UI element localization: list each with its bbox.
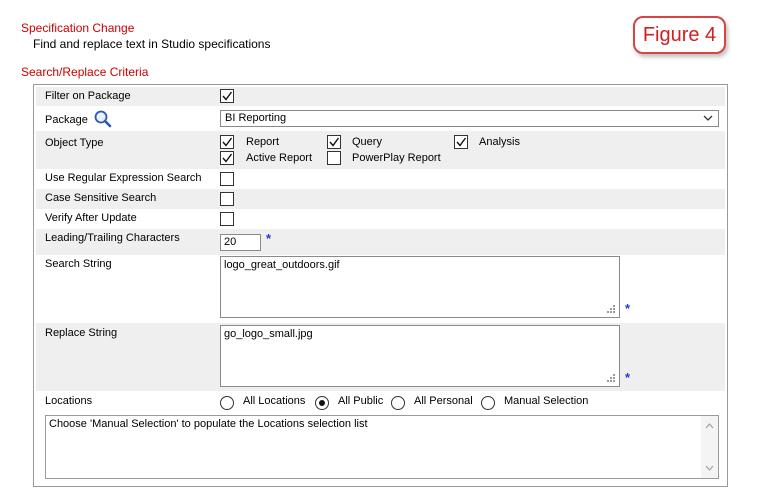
object-type-powerplay-report-checkbox[interactable] <box>327 151 341 165</box>
verify-after-update-row: Verify After Update <box>36 209 725 229</box>
checkmark-icon <box>222 91 233 101</box>
checkmark-icon <box>222 153 233 163</box>
checkmark-icon <box>329 137 340 147</box>
chevron-down-icon[interactable] <box>705 465 714 471</box>
locations-scrollbar[interactable] <box>701 416 718 478</box>
resize-grip-icon[interactable] <box>606 304 616 314</box>
filter-on-package-label: Filter on Package <box>45 90 131 102</box>
replace-string-label: Replace String <box>45 327 118 339</box>
locations-all-locations-radio[interactable] <box>220 396 234 410</box>
checkmark-icon <box>222 137 233 147</box>
object-type-powerplay-report-label: PowerPlay Report <box>352 152 441 164</box>
locations-all-public-radio[interactable] <box>315 396 329 410</box>
replace-string-value: go_logo_small.jpg <box>224 328 313 340</box>
replace-string-textarea[interactable]: go_logo_small.jpg <box>220 325 620 387</box>
case-sensitive-label: Case Sensitive Search <box>45 192 157 204</box>
search-string-value: logo_great_outdoors.gif <box>224 259 340 271</box>
locations-label: Locations <box>45 395 93 407</box>
object-type-active-report-checkbox[interactable] <box>220 151 234 165</box>
locations-all-personal-label: All Personal <box>414 395 473 407</box>
section-title: Search/Replace Criteria <box>21 65 149 79</box>
chevron-down-icon <box>703 115 713 121</box>
case-sensitive-row: Case Sensitive Search <box>36 189 725 209</box>
page-title: Specification Change <box>21 21 135 35</box>
magnifier-icon[interactable] <box>93 109 113 132</box>
leading-trailing-input[interactable]: 20 <box>220 234 261 251</box>
package-row: Package BI Reporting <box>36 106 725 131</box>
locations-all-public-label: All Public <box>338 395 384 407</box>
figure-label: Figure 4 <box>633 16 726 54</box>
case-sensitive-checkbox[interactable] <box>220 192 234 206</box>
required-marker: * <box>625 370 631 385</box>
search-replace-panel: Filter on Package Package BI Reporting O… <box>33 84 728 487</box>
checkmark-icon <box>456 137 467 147</box>
replace-string-row: Replace String go_logo_small.jpg * <box>36 323 725 391</box>
search-string-label: Search String <box>45 258 112 270</box>
object-type-query-checkbox[interactable] <box>327 135 341 149</box>
object-type-report-checkbox[interactable] <box>220 135 234 149</box>
object-type-report-label: Report <box>246 136 280 148</box>
locations-all-locations-label: All Locations <box>243 395 306 407</box>
verify-after-update-checkbox[interactable] <box>220 212 234 226</box>
filter-on-package-row: Filter on Package <box>36 87 725 106</box>
resize-grip-icon[interactable] <box>606 373 616 383</box>
object-type-row: Object Type Report Query Analysis Active… <box>36 131 725 169</box>
chevron-up-icon[interactable] <box>705 423 714 429</box>
use-regex-checkbox[interactable] <box>220 172 234 186</box>
verify-after-update-label: Verify After Update <box>45 212 137 224</box>
package-label: Package <box>45 114 88 126</box>
required-marker: * <box>266 231 272 246</box>
search-string-row: Search String logo_great_outdoors.gif * <box>36 255 725 323</box>
required-marker: * <box>625 301 631 316</box>
locations-all-personal-radio[interactable] <box>391 396 405 410</box>
object-type-query-label: Query <box>352 136 382 148</box>
locations-row: Locations All Locations All Public All P… <box>36 391 725 413</box>
package-select-value: BI Reporting <box>225 112 287 124</box>
locations-selection-list[interactable]: Choose 'Manual Selection' to populate th… <box>45 415 719 479</box>
package-select[interactable]: BI Reporting <box>220 110 719 127</box>
object-type-analysis-label: Analysis <box>479 136 520 148</box>
locations-hint: Choose 'Manual Selection' to populate th… <box>49 418 368 430</box>
use-regex-row: Use Regular Expression Search <box>36 169 725 189</box>
object-type-label: Object Type <box>45 137 104 149</box>
leading-trailing-row: Leading/Trailing Characters 20 * <box>36 229 725 255</box>
filter-on-package-checkbox[interactable] <box>220 89 234 103</box>
object-type-active-report-label: Active Report <box>246 152 313 164</box>
object-type-analysis-checkbox[interactable] <box>454 135 468 149</box>
use-regex-label: Use Regular Expression Search <box>45 172 202 184</box>
locations-manual-selection-label: Manual Selection <box>504 395 589 407</box>
page-subtitle: Find and replace text in Studio specific… <box>33 37 271 51</box>
leading-trailing-label: Leading/Trailing Characters <box>45 232 180 244</box>
locations-manual-selection-radio[interactable] <box>481 396 495 410</box>
search-string-textarea[interactable]: logo_great_outdoors.gif <box>220 256 620 318</box>
